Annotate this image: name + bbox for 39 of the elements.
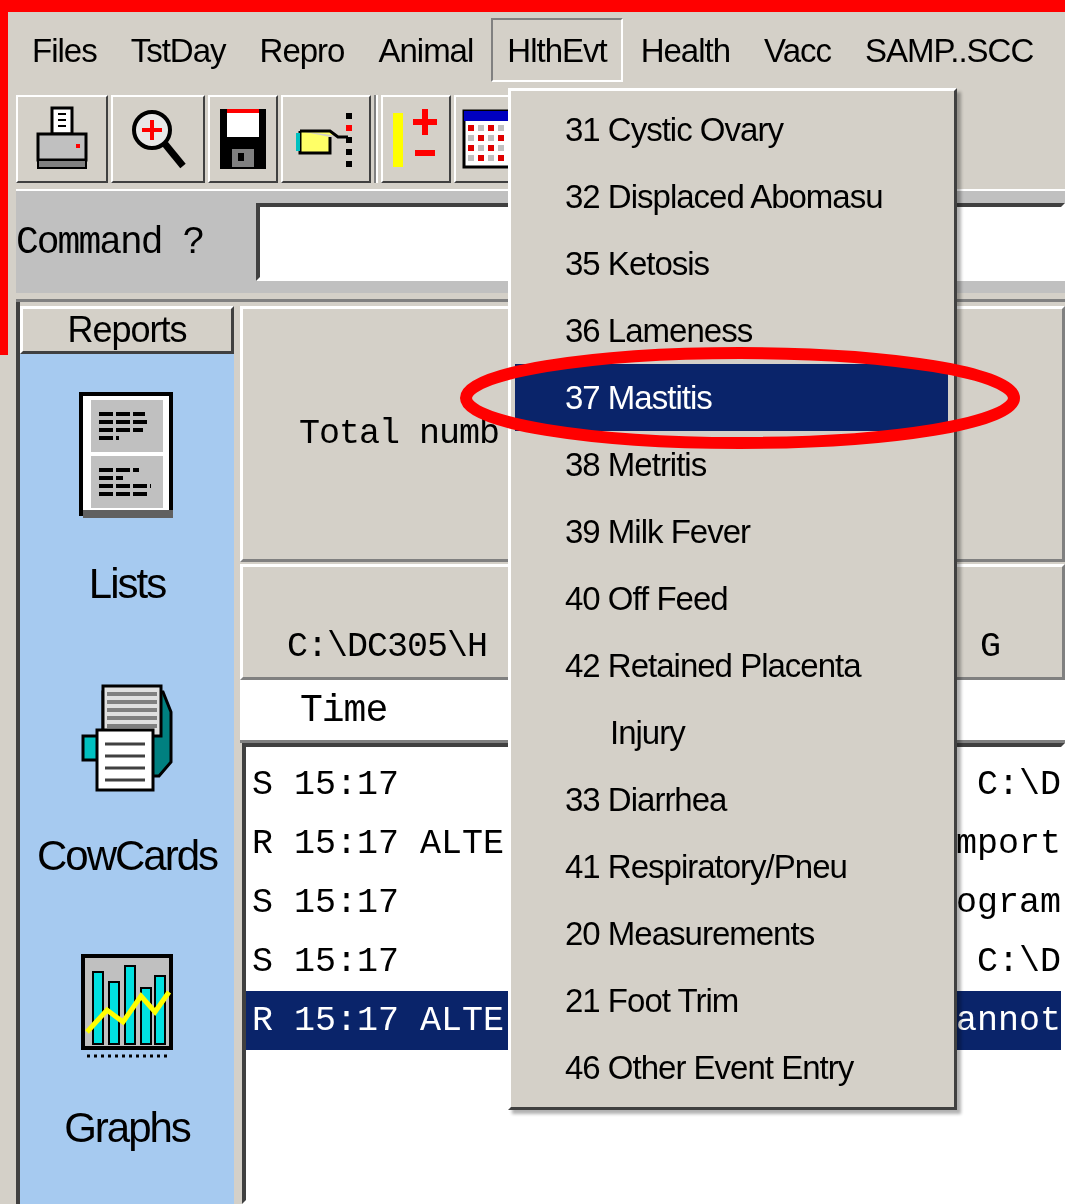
menu-entry[interactable]: 39 Milk Fever bbox=[515, 498, 948, 565]
menu-entry[interactable]: 31 Cystic Ovary bbox=[515, 96, 948, 163]
log-text: ogram bbox=[955, 882, 1061, 923]
menu-entry[interactable]: 32 Displaced Abomasu bbox=[515, 163, 948, 230]
reports-button[interactable]: Reports bbox=[20, 306, 234, 354]
log-text: R 15:17 ALTE bbox=[252, 823, 505, 864]
menu-item[interactable]: Vacc bbox=[748, 20, 847, 80]
menu-entry[interactable]: 20 Measurements bbox=[515, 900, 948, 967]
log-text: C:\D bbox=[977, 764, 1061, 805]
command-label: Command ? bbox=[16, 220, 205, 264]
log-text: mport bbox=[955, 823, 1061, 864]
log-text: S 15:17 bbox=[252, 941, 400, 982]
log-text: annot bbox=[955, 1000, 1061, 1041]
log-text: R 15:17 ALTE bbox=[252, 1000, 505, 1041]
menu-entry[interactable]: 37 Mastitis bbox=[515, 364, 948, 431]
sidebar-item-label[interactable]: Graphs bbox=[64, 1104, 190, 1152]
path-text: C:\DC305\H bbox=[287, 627, 488, 669]
menu-item[interactable]: HlthEvt bbox=[491, 18, 623, 82]
path-text: G bbox=[980, 627, 1000, 669]
menu-item[interactable]: Files bbox=[16, 20, 113, 80]
log-text: S 15:17 bbox=[252, 764, 400, 805]
menu-entry[interactable]: 33 Diarrhea bbox=[515, 766, 948, 833]
menu-item[interactable]: Animal bbox=[362, 20, 490, 80]
menu-entry[interactable]: 38 Metritis bbox=[515, 431, 948, 498]
sidebar-item-label[interactable]: Lists bbox=[88, 560, 166, 608]
menu-entry[interactable]: 36 Lameness bbox=[515, 297, 948, 364]
menu-item[interactable]: Repro bbox=[243, 20, 361, 80]
menu-entry[interactable]: 35 Ketosis bbox=[515, 230, 948, 297]
summary-text: Total numb bbox=[299, 414, 500, 454]
sidebar-item-label[interactable]: CowCards bbox=[36, 832, 218, 880]
menu-entry[interactable]: 46 Other Event Entry bbox=[515, 1034, 948, 1101]
menu-entry[interactable]: 21 Foot Trim bbox=[515, 967, 948, 1034]
menu-item[interactable]: SAMP..SCC bbox=[849, 20, 1050, 80]
menu-entry[interactable]: 41 Respiratory/Pneu bbox=[515, 833, 948, 900]
log-text: S 15:17 bbox=[252, 882, 400, 923]
menu-entry[interactable]: 40 Off Feed bbox=[515, 565, 948, 632]
menu-item[interactable]: TstDay bbox=[114, 20, 242, 80]
log-text: C:\D bbox=[977, 941, 1061, 982]
menu-item[interactable]: Health bbox=[624, 20, 747, 80]
